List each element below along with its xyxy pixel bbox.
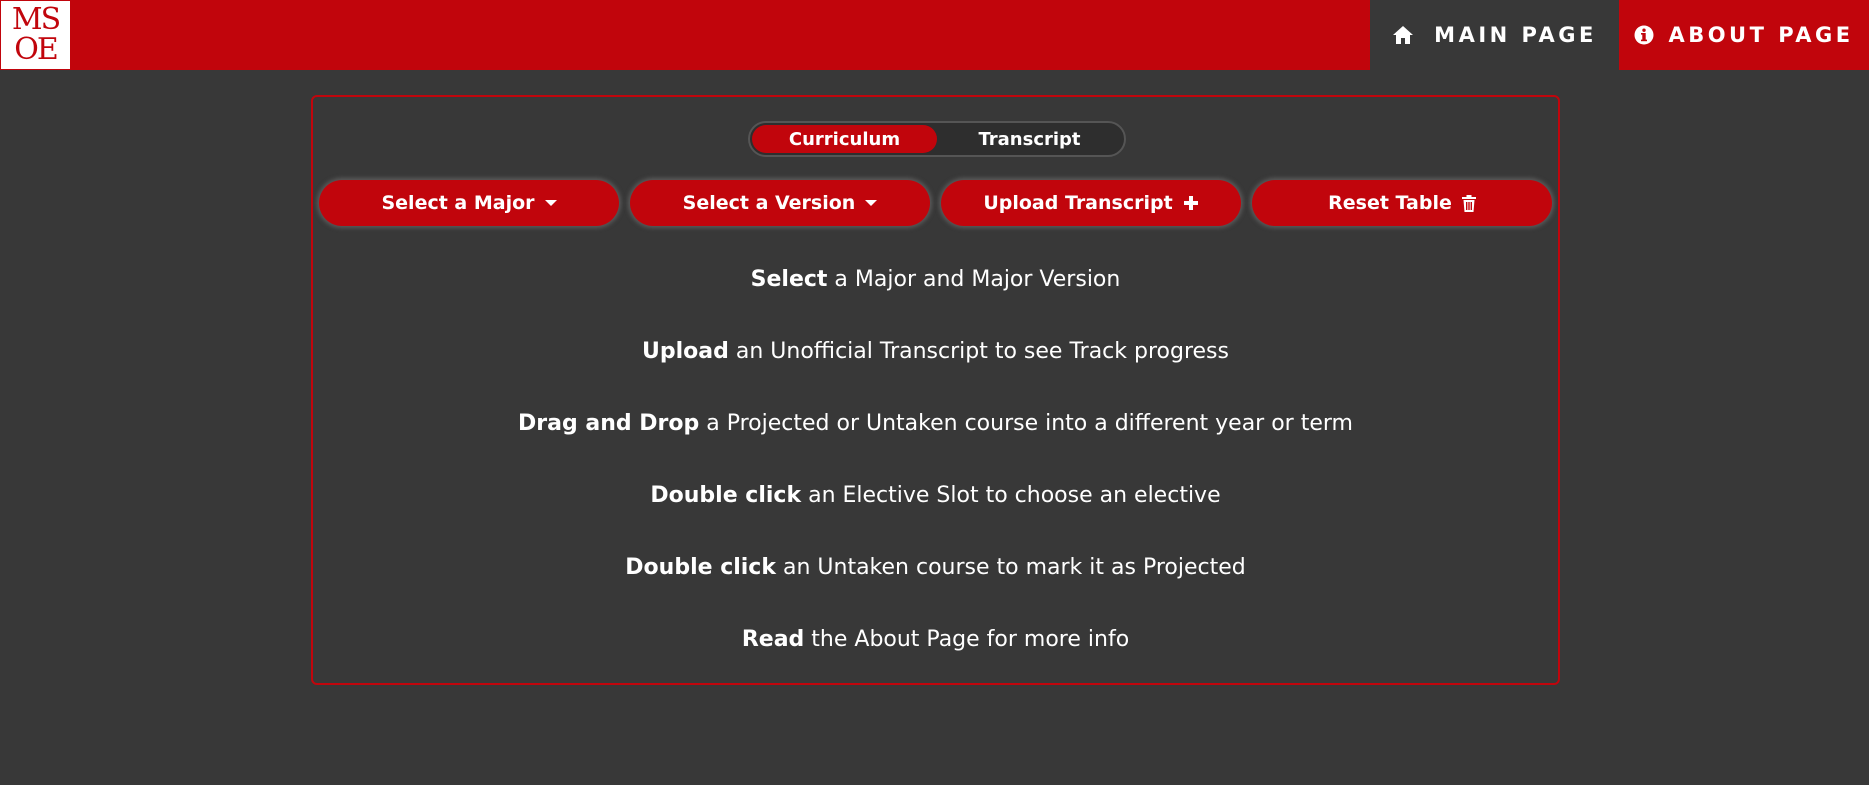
select-major-label: Select a Major <box>381 192 535 214</box>
caret-down-icon <box>865 200 878 206</box>
main-panel: Curriculum Transcript Select a Major Sel… <box>311 95 1560 685</box>
instruction-keyword: Drag and Drop <box>518 411 700 436</box>
instruction-keyword: Double click <box>650 483 802 508</box>
instruction-line: Drag and Drop a Projected or Untaken cou… <box>313 411 1558 483</box>
logo-line-2: OE <box>14 32 59 67</box>
instruction-line: Upload an Unofficial Transcript to see T… <box>313 339 1558 411</box>
about-page-label: ABOUT PAGE <box>1668 23 1854 47</box>
instruction-line: Read the About Page for more info <box>313 627 1558 699</box>
trash-icon <box>1461 194 1476 212</box>
upload-transcript-label: Upload Transcript <box>983 192 1173 214</box>
instruction-keyword: Double click <box>625 555 776 580</box>
plus-icon <box>1183 195 1199 211</box>
instruction-keyword: Upload <box>642 339 729 364</box>
instruction-text: an Untaken course to mark it as Projecte… <box>775 555 1246 580</box>
upload-transcript-button[interactable]: Upload Transcript <box>941 180 1241 226</box>
msoe-logo[interactable]: MS OE <box>1 1 70 69</box>
instructions-list: Select a Major and Major Version Upload … <box>313 267 1558 699</box>
logo-line-1: MS <box>11 2 61 37</box>
about-page-tab[interactable]: ABOUT PAGE <box>1619 0 1869 70</box>
action-button-row: Select a Major Select a Version Upload T… <box>319 180 1552 228</box>
instruction-keyword: Read <box>741 627 805 652</box>
instruction-text: an Elective Slot to choose an elective <box>801 483 1221 508</box>
caret-down-icon <box>544 200 557 206</box>
main-page-label: MAIN PAGE <box>1434 23 1597 47</box>
toggle-curriculum[interactable]: Curriculum <box>752 125 937 153</box>
instruction-text: a Projected or Untaken course into a dif… <box>699 411 1353 436</box>
select-version-label: Select a Version <box>682 192 856 214</box>
instruction-line: Double click an Elective Slot to choose … <box>313 483 1558 555</box>
reset-table-button[interactable]: Reset Table <box>1252 180 1552 226</box>
info-circle-icon <box>1634 25 1654 45</box>
top-navbar: MS OE MAIN PAGE ABOUT PAGE <box>0 0 1869 70</box>
home-icon <box>1392 25 1414 45</box>
view-toggle: Curriculum Transcript <box>748 121 1126 157</box>
instruction-text: a Major and Major Version <box>827 267 1121 292</box>
instruction-keyword: Select <box>750 267 828 292</box>
select-major-button[interactable]: Select a Major <box>319 180 619 226</box>
instruction-text: an Unofficial Transcript to see Track pr… <box>728 339 1229 364</box>
instruction-text: the About Page for more info <box>804 627 1130 652</box>
instruction-line: Select a Major and Major Version <box>313 267 1558 339</box>
instruction-line: Double click an Untaken course to mark i… <box>313 555 1558 627</box>
reset-table-label: Reset Table <box>1328 192 1452 214</box>
toggle-transcript[interactable]: Transcript <box>937 125 1122 153</box>
select-version-button[interactable]: Select a Version <box>630 180 930 226</box>
main-page-tab[interactable]: MAIN PAGE <box>1370 0 1619 70</box>
